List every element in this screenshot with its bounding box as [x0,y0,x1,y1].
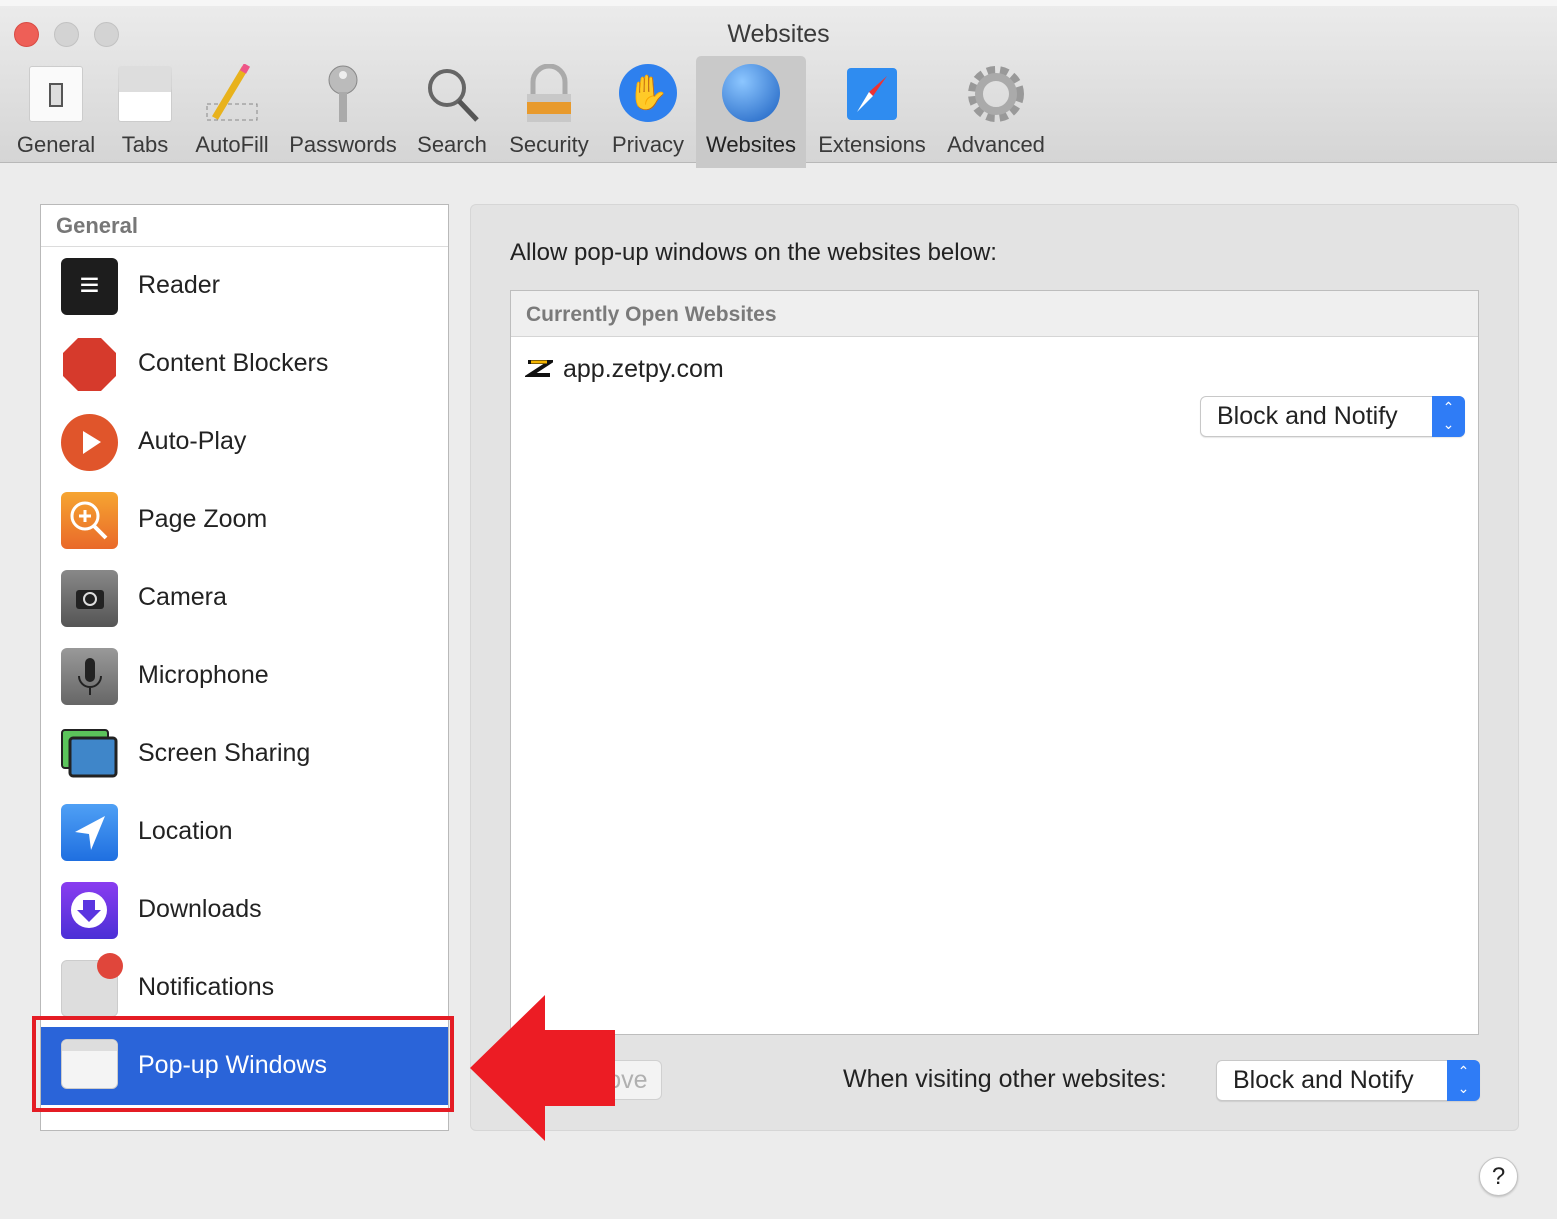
tab-label: Passwords [289,132,397,157]
microphone-icon [61,648,118,705]
sidebar-item-label: Page Zoom [138,505,268,533]
tab-label: Tabs [121,132,169,157]
sidebar-item-label: Content Blockers [138,349,329,377]
other-websites-label: When visiting other websites: [843,1065,1167,1093]
sidebar-item-label: Location [138,817,233,845]
sidebar-item-label: Auto-Play [138,427,247,455]
play-icon [61,414,118,471]
magnifier-icon [423,64,481,124]
switch-icon [27,64,85,124]
sidebar-item-label: Microphone [138,661,269,689]
help-button[interactable]: ? [1479,1157,1518,1196]
remove-button[interactable]: Remove [540,1060,662,1100]
toolbar: Websites General Tabs AutoFill Passwords… [0,0,1557,168]
site-setting-select[interactable]: Block and Notify ⌃ ⌄ [1200,396,1465,437]
tab-label: Privacy [611,132,685,157]
tab-label: Advanced [947,132,1045,157]
sidebar: General ≡ Reader Content Blockers Auto-Pl… [40,204,449,1131]
pencil-icon [203,63,261,124]
screen-sharing-icon [61,726,118,783]
table-row[interactable]: app.zetpy.com Block and Notify ⌃ ⌄ [511,337,1478,437]
tab-security[interactable]: Security [502,56,596,168]
location-arrow-icon [61,804,118,861]
sidebar-item-label: Notifications [138,973,275,1001]
sidebar-item-downloads[interactable]: Downloads [41,871,448,949]
sidebar-item-microphone[interactable]: Microphone [41,637,448,715]
select-value: Block and Notify [1217,402,1398,430]
tab-websites[interactable]: Websites [696,56,806,168]
site-favicon-icon [523,359,557,379]
gear-icon [967,64,1025,124]
globe-icon [722,64,780,124]
tab-autofill[interactable]: AutoFill [188,56,276,168]
sidebar-item-location[interactable]: Location [41,793,448,871]
tab-search[interactable]: Search [408,56,496,168]
padlock-icon [520,63,578,124]
site-name: app.zetpy.com [563,355,724,383]
sidebar-item-screen-sharing[interactable]: Screen Sharing [41,715,448,793]
puzzle-compass-icon [843,64,901,124]
tab-label: Websites [705,132,797,157]
sidebar-item-content-blockers[interactable]: Content Blockers [41,325,448,403]
sidebar-item-camera[interactable]: Camera [41,559,448,637]
other-websites-select[interactable]: Block and Notify ⌃ ⌄ [1216,1060,1480,1101]
tab-tabs[interactable]: Tabs [110,56,180,168]
reader-icon: ≡ [61,258,118,315]
window-title: Websites [727,20,830,48]
tab-advanced[interactable]: Advanced [940,56,1052,168]
tab-passwords[interactable]: Passwords [284,56,402,168]
tab-label: Search [417,132,487,157]
download-icon [61,882,118,939]
tab-label: Extensions [818,132,926,157]
chevron-updown-icon: ⌃ ⌄ [1447,1060,1480,1101]
notification-icon [61,953,123,1017]
sidebar-item-label: Camera [138,583,227,611]
panel-heading: Allow pop-up windows on the websites bel… [510,239,997,266]
tab-privacy[interactable]: ✋ Privacy [604,56,692,168]
websites-table: Currently Open Websites app.zetpy.com Bl… [510,290,1479,1035]
zoom-icon [61,492,118,549]
sidebar-header: General [41,205,448,247]
tab-label: Security [509,132,589,157]
stop-sign-icon [61,336,118,393]
sidebar-item-label: Downloads [138,895,262,923]
sidebar-item-page-zoom[interactable]: Page Zoom [41,481,448,559]
sidebar-item-label: Reader [138,271,220,299]
tab-label: AutoFill [195,132,269,157]
tab-extensions[interactable]: Extensions [812,56,932,168]
sidebar-item-reader[interactable]: ≡ Reader [41,247,448,325]
key-icon [314,64,372,124]
highlight-annotation-box [32,1016,454,1112]
sidebar-item-label: Screen Sharing [138,739,311,767]
camera-icon [61,570,118,627]
table-header: Currently Open Websites [511,291,1478,337]
chevron-updown-icon: ⌃ ⌄ [1432,396,1465,437]
tab-label: General [16,132,96,157]
tabs-icon [116,64,174,124]
tab-general[interactable]: General [6,56,106,168]
select-value: Block and Notify [1233,1066,1414,1094]
sidebar-item-auto-play[interactable]: Auto-Play [41,403,448,481]
hand-icon: ✋ [619,64,677,124]
